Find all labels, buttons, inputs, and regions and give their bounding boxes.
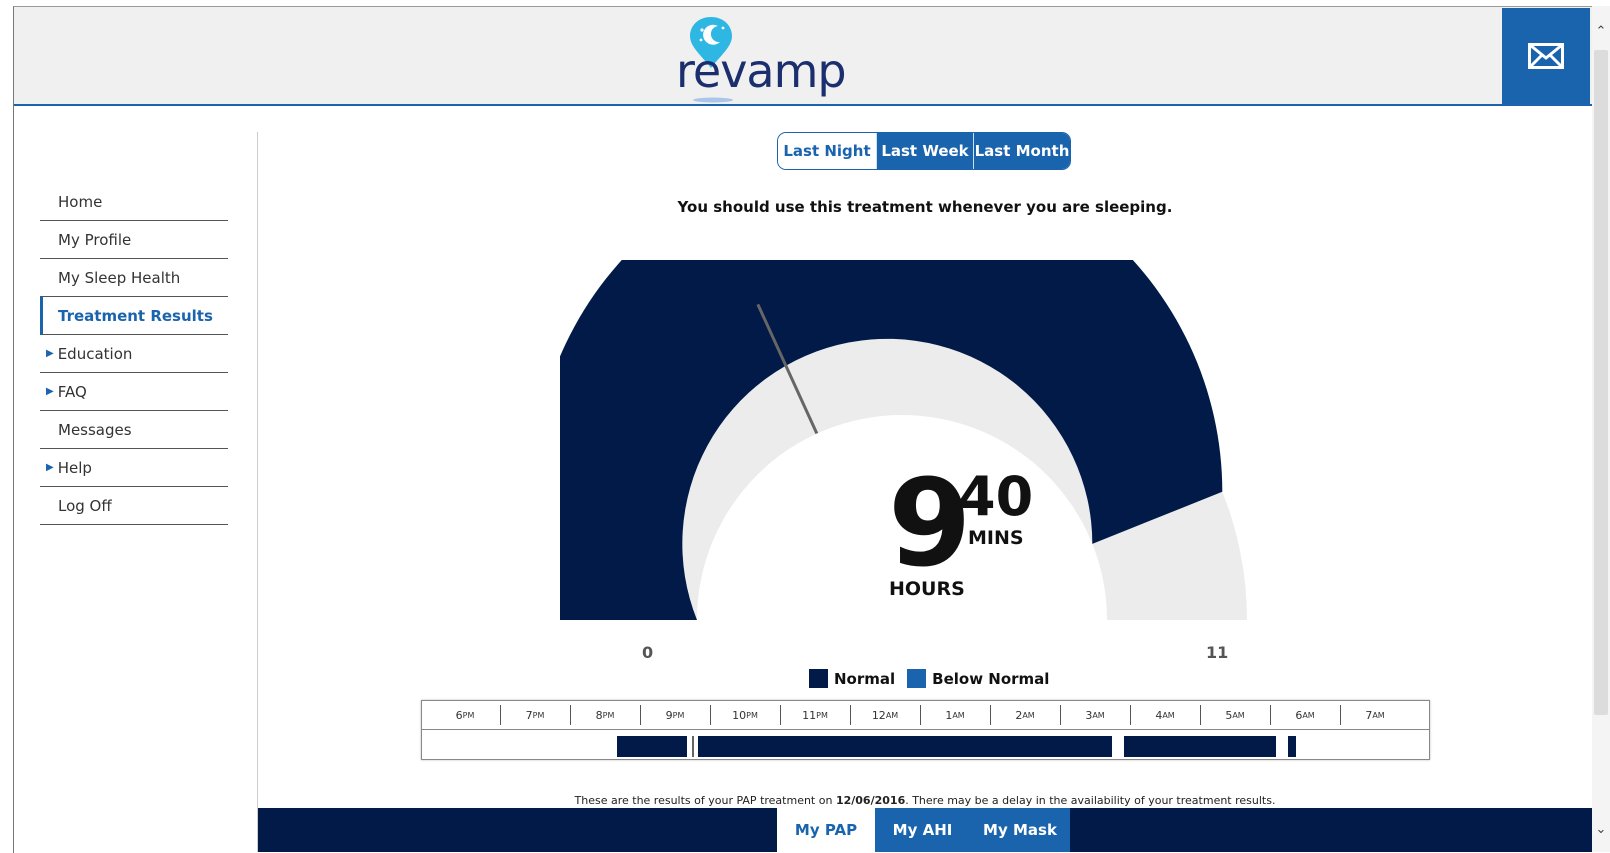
sidebar-item-messages[interactable]: Messages [40,411,228,449]
timeline-session-bar [698,736,1113,757]
instruction-text: You should use this treatment whenever y… [677,198,1173,216]
timeline-tick-label: 3 AM [1085,708,1105,722]
timeline-tick-label: 8 PM [595,708,615,722]
timeline-session-bar [1124,736,1276,757]
sidebar-item-my-sleep-health[interactable]: My Sleep Health [40,259,228,297]
sidebar-item-label: FAQ [57,382,87,401]
sidebar-item-label: Help [57,458,92,477]
tab-last-night[interactable]: Last Night [778,133,876,169]
sidebar-item-label: Log Off [58,496,112,515]
gauge-max-label: 11 [1206,643,1229,662]
timeline-tick-label: 1 AM [945,708,965,722]
legend-below-normal-swatch [907,669,927,688]
tab-my-ahi[interactable]: My AHI [875,808,970,852]
sidebar-item-label: My Sleep Health [58,268,181,287]
tab-my-mask[interactable]: My Mask [970,808,1070,852]
sidebar-item-label: Education [57,344,133,363]
scroll-up-arrow-icon[interactable]: ⌃ [1594,24,1608,40]
sidebar-item-label: Home [58,192,103,211]
usage-timeline: 6 PM 7 PM 8 PM 9 PM 10 PM 11 PM 12 AM 1 AM 2 AM 3 AM 4 AM 5 AM 6… [421,700,1430,760]
timeline-tick-label: 10 PM [732,708,758,722]
hours-label: HOURS [889,578,965,600]
gauge-min-label: 0 [642,643,654,662]
sidebar-item-faq[interactable]: ▶ FAQ [40,373,228,411]
scroll-down-arrow-icon[interactable]: ⌄ [1594,822,1608,838]
sidebar-divider [257,132,258,852]
sidebar-item-my-profile[interactable]: My Profile [40,221,228,259]
sidebar-item-treatment-results[interactable]: Treatment Results [40,297,228,335]
timeline-gap-marker [691,736,694,757]
legend-normal-label: Normal [834,669,896,688]
gauge-legend: Normal Below Normal [809,669,1049,688]
sidebar-item-label: My Profile [58,230,132,249]
expand-arrow-icon: ▶ [46,462,54,473]
footnote-suffix: . There may be a delay in the availabili… [905,794,1276,807]
legend-normal-swatch [809,669,828,688]
timeline-tick-label: 9 PM [665,708,685,722]
timeline-tick-label: 2 AM [1015,708,1035,722]
timeline-tick-label: 12 AM [871,708,899,722]
sidebar-item-home[interactable]: Home [40,183,228,221]
sidebar-item-label: Treatment Results [58,306,213,325]
expand-arrow-icon: ▶ [46,386,54,397]
period-selector: Last Night Last Week Last Month [777,132,1071,170]
tab-last-month[interactable]: Last Month [973,133,1070,169]
sidebar-item-label: Messages [58,420,132,439]
timeline-session-bar [1287,736,1296,757]
legend-below-normal-label: Below Normal [932,669,1050,688]
tab-last-week[interactable]: Last Week [876,133,973,169]
minutes-label: MINS [968,527,1024,549]
footnote-date: 12/06/2016 [835,794,906,807]
results-footnote: These are the results of your PAP treatm… [420,794,1430,807]
messages-button[interactable] [1502,8,1590,104]
timeline-tick-label: 11 PM [802,708,828,722]
mail-icon [1528,43,1564,69]
footnote-prefix: These are the results of your PAP treatm… [574,794,836,807]
scrollbar-thumb[interactable] [1594,50,1608,715]
timeline-session-bar [616,736,687,757]
sidebar-item-education[interactable]: ▶ Education [40,335,228,373]
timeline-tick-label: 6 PM [455,708,475,722]
expand-arrow-icon: ▶ [46,348,54,359]
tab-my-pap[interactable]: My PAP [777,808,875,852]
sidebar-item-help[interactable]: ▶ Help [40,449,228,487]
timeline-tick-label: 6 AM [1295,708,1315,722]
timeline-header: 6 PM 7 PM 8 PM 9 PM 10 PM 11 PM 12 AM 1 AM 2 AM 3 AM 4 AM 5 AM 6… [422,701,1429,730]
timeline-tick-label: 5 AM [1225,708,1245,722]
sidebar-nav: Home My Profile My Sleep Health Treatment R… [40,183,228,525]
timeline-tick-label: 7 AM [1365,708,1385,722]
timeline-tick-label: 7 PM [525,708,545,722]
sidebar-item-log-off[interactable]: Log Off [40,487,228,525]
timeline-tick-label: 4 AM [1155,708,1175,722]
minutes-value: 40 [958,465,1034,528]
logo-text: revamp [676,44,847,98]
